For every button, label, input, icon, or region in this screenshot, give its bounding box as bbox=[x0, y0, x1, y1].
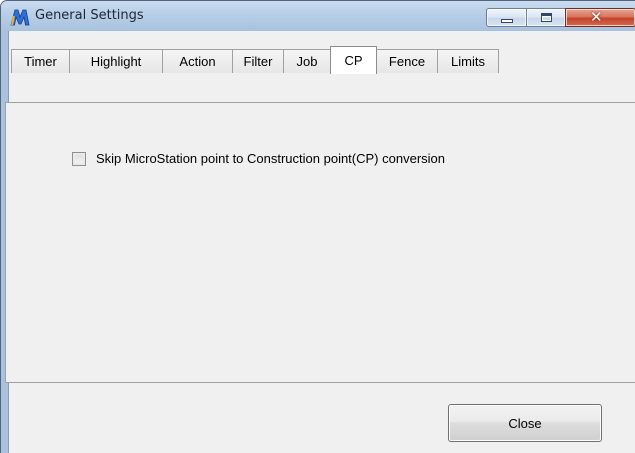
title-bar[interactable]: General Settings ✕ bbox=[1, 1, 635, 31]
close-button[interactable]: Close bbox=[448, 404, 602, 442]
general-settings-window: General Settings ✕ Timer Highlight Actio… bbox=[0, 0, 635, 453]
tab-fence[interactable]: Fence bbox=[376, 49, 438, 73]
minimize-button[interactable] bbox=[486, 8, 527, 27]
microstation-m-icon bbox=[10, 9, 30, 26]
close-window-button[interactable]: ✕ bbox=[565, 8, 635, 27]
tab-job[interactable]: Job bbox=[283, 49, 331, 73]
tab-cp[interactable]: CP bbox=[330, 46, 377, 74]
tab-limits[interactable]: Limits bbox=[437, 49, 499, 73]
tab-filter[interactable]: Filter bbox=[232, 49, 284, 73]
skip-cp-conversion-label[interactable]: Skip MicroStation point to Construction … bbox=[96, 151, 445, 166]
tab-action[interactable]: Action bbox=[162, 49, 233, 73]
maximize-icon bbox=[541, 13, 552, 22]
tab-highlight[interactable]: Highlight bbox=[69, 49, 163, 73]
tab-timer[interactable]: Timer bbox=[11, 49, 70, 73]
minimize-icon bbox=[501, 19, 513, 23]
cp-tab-panel: Skip MicroStation point to Construction … bbox=[5, 103, 635, 383]
skip-cp-conversion-checkbox[interactable] bbox=[72, 151, 86, 166]
skip-cp-conversion-option[interactable]: Skip MicroStation point to Construction … bbox=[72, 151, 445, 166]
maximize-button[interactable] bbox=[526, 8, 566, 27]
close-icon: ✕ bbox=[590, 8, 603, 26]
window-title: General Settings bbox=[35, 8, 144, 23]
